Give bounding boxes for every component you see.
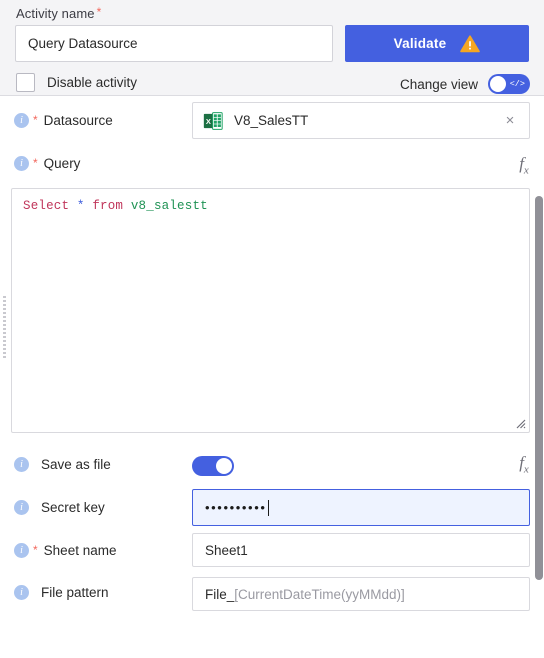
sheet-name-label: Sheet name	[43, 543, 117, 558]
text-caret	[267, 499, 269, 516]
sheet-name-value: Sheet1	[205, 542, 248, 558]
datasource-select[interactable]: X V8_SalesTT ×	[192, 102, 530, 139]
panel-resize-grip[interactable]	[3, 296, 6, 358]
fx-icon-x: x	[523, 164, 529, 177]
fx-icon-x: x	[523, 463, 529, 476]
sheet-name-input[interactable]: Sheet1	[192, 533, 530, 567]
change-view-label: Change view	[399, 76, 478, 92]
required-asterisk: *	[33, 113, 38, 127]
activity-name-label-text: Activity name	[16, 6, 95, 21]
required-asterisk: *	[33, 543, 38, 557]
activity-properties-panel: i * Datasource X V8_SalesTT × i * Query …	[0, 96, 544, 658]
query-label-group: i * Query	[14, 156, 80, 171]
info-icon[interactable]: i	[14, 585, 29, 600]
file-pattern-label: File pattern	[41, 585, 109, 600]
sql-star: *	[76, 199, 85, 213]
required-asterisk: *	[33, 156, 38, 170]
file-pattern-input[interactable]: File_ [CurrentDateTime(yyMMdd)]	[192, 577, 530, 611]
code-brackets-icon: </>	[509, 78, 525, 89]
datasource-label-group: i * Datasource	[14, 113, 113, 128]
panel-scrollbar-thumb[interactable]	[535, 196, 543, 580]
validate-button[interactable]: Validate	[345, 25, 529, 62]
file-pattern-token: [CurrentDateTime(yyMMdd)]	[234, 586, 405, 602]
save-as-file-toggle[interactable]	[192, 456, 234, 476]
editor-resize-grip-icon[interactable]	[514, 417, 526, 429]
sql-keyword-select: Select	[23, 199, 70, 213]
activity-header: Activity name* Validate Disable activity…	[0, 0, 544, 96]
clear-datasource-icon[interactable]: ×	[501, 112, 519, 130]
disable-activity-label: Disable activity	[47, 75, 138, 90]
query-fx-icon[interactable]: fx	[514, 154, 534, 176]
validate-button-label: Validate	[393, 36, 447, 51]
datasource-label: Datasource	[43, 113, 113, 128]
info-icon[interactable]: i	[14, 457, 29, 472]
disable-activity-row[interactable]: Disable activity	[16, 73, 137, 92]
info-icon[interactable]: i	[14, 156, 29, 171]
query-code-line: Select * from v8_salestt	[23, 199, 208, 213]
change-view-toggle[interactable]: </>	[488, 74, 530, 94]
toggle-knob	[216, 458, 232, 474]
svg-text:X: X	[206, 117, 211, 126]
query-label: Query	[43, 156, 81, 171]
secret-key-input[interactable]: ••••••••••	[192, 489, 530, 526]
excel-file-icon: X	[203, 111, 223, 130]
sheet-name-label-group: i * Sheet name	[14, 543, 116, 558]
activity-name-label: Activity name *	[16, 6, 101, 21]
change-view-row[interactable]: Change view </>	[400, 74, 530, 94]
info-icon[interactable]: i	[14, 543, 29, 558]
activity-name-input[interactable]	[15, 25, 333, 62]
sql-keyword-from: from	[92, 199, 124, 213]
info-icon[interactable]: i	[14, 113, 29, 128]
disable-activity-checkbox[interactable]	[16, 73, 35, 92]
datasource-value: V8_SalesTT	[234, 113, 309, 128]
info-icon[interactable]: i	[14, 500, 29, 515]
save-as-file-fx-icon[interactable]: fx	[514, 453, 534, 475]
file-pattern-prefix: File_	[205, 586, 235, 602]
panel-scrollbar-track[interactable]	[534, 96, 544, 658]
secret-key-label: Secret key	[41, 500, 105, 515]
sql-table-name: v8_salestt	[130, 199, 208, 213]
file-pattern-label-group: i File pattern	[14, 585, 109, 600]
secret-key-label-group: i Secret key	[14, 500, 105, 515]
query-code-editor[interactable]: Select * from v8_salestt	[11, 188, 530, 433]
warning-triangle-icon	[460, 34, 481, 52]
toggle-knob	[490, 76, 506, 92]
secret-key-value: ••••••••••	[205, 500, 267, 515]
save-as-file-label-group: i Save as file	[14, 457, 111, 472]
required-asterisk: *	[96, 5, 102, 19]
save-as-file-label: Save as file	[41, 457, 111, 472]
